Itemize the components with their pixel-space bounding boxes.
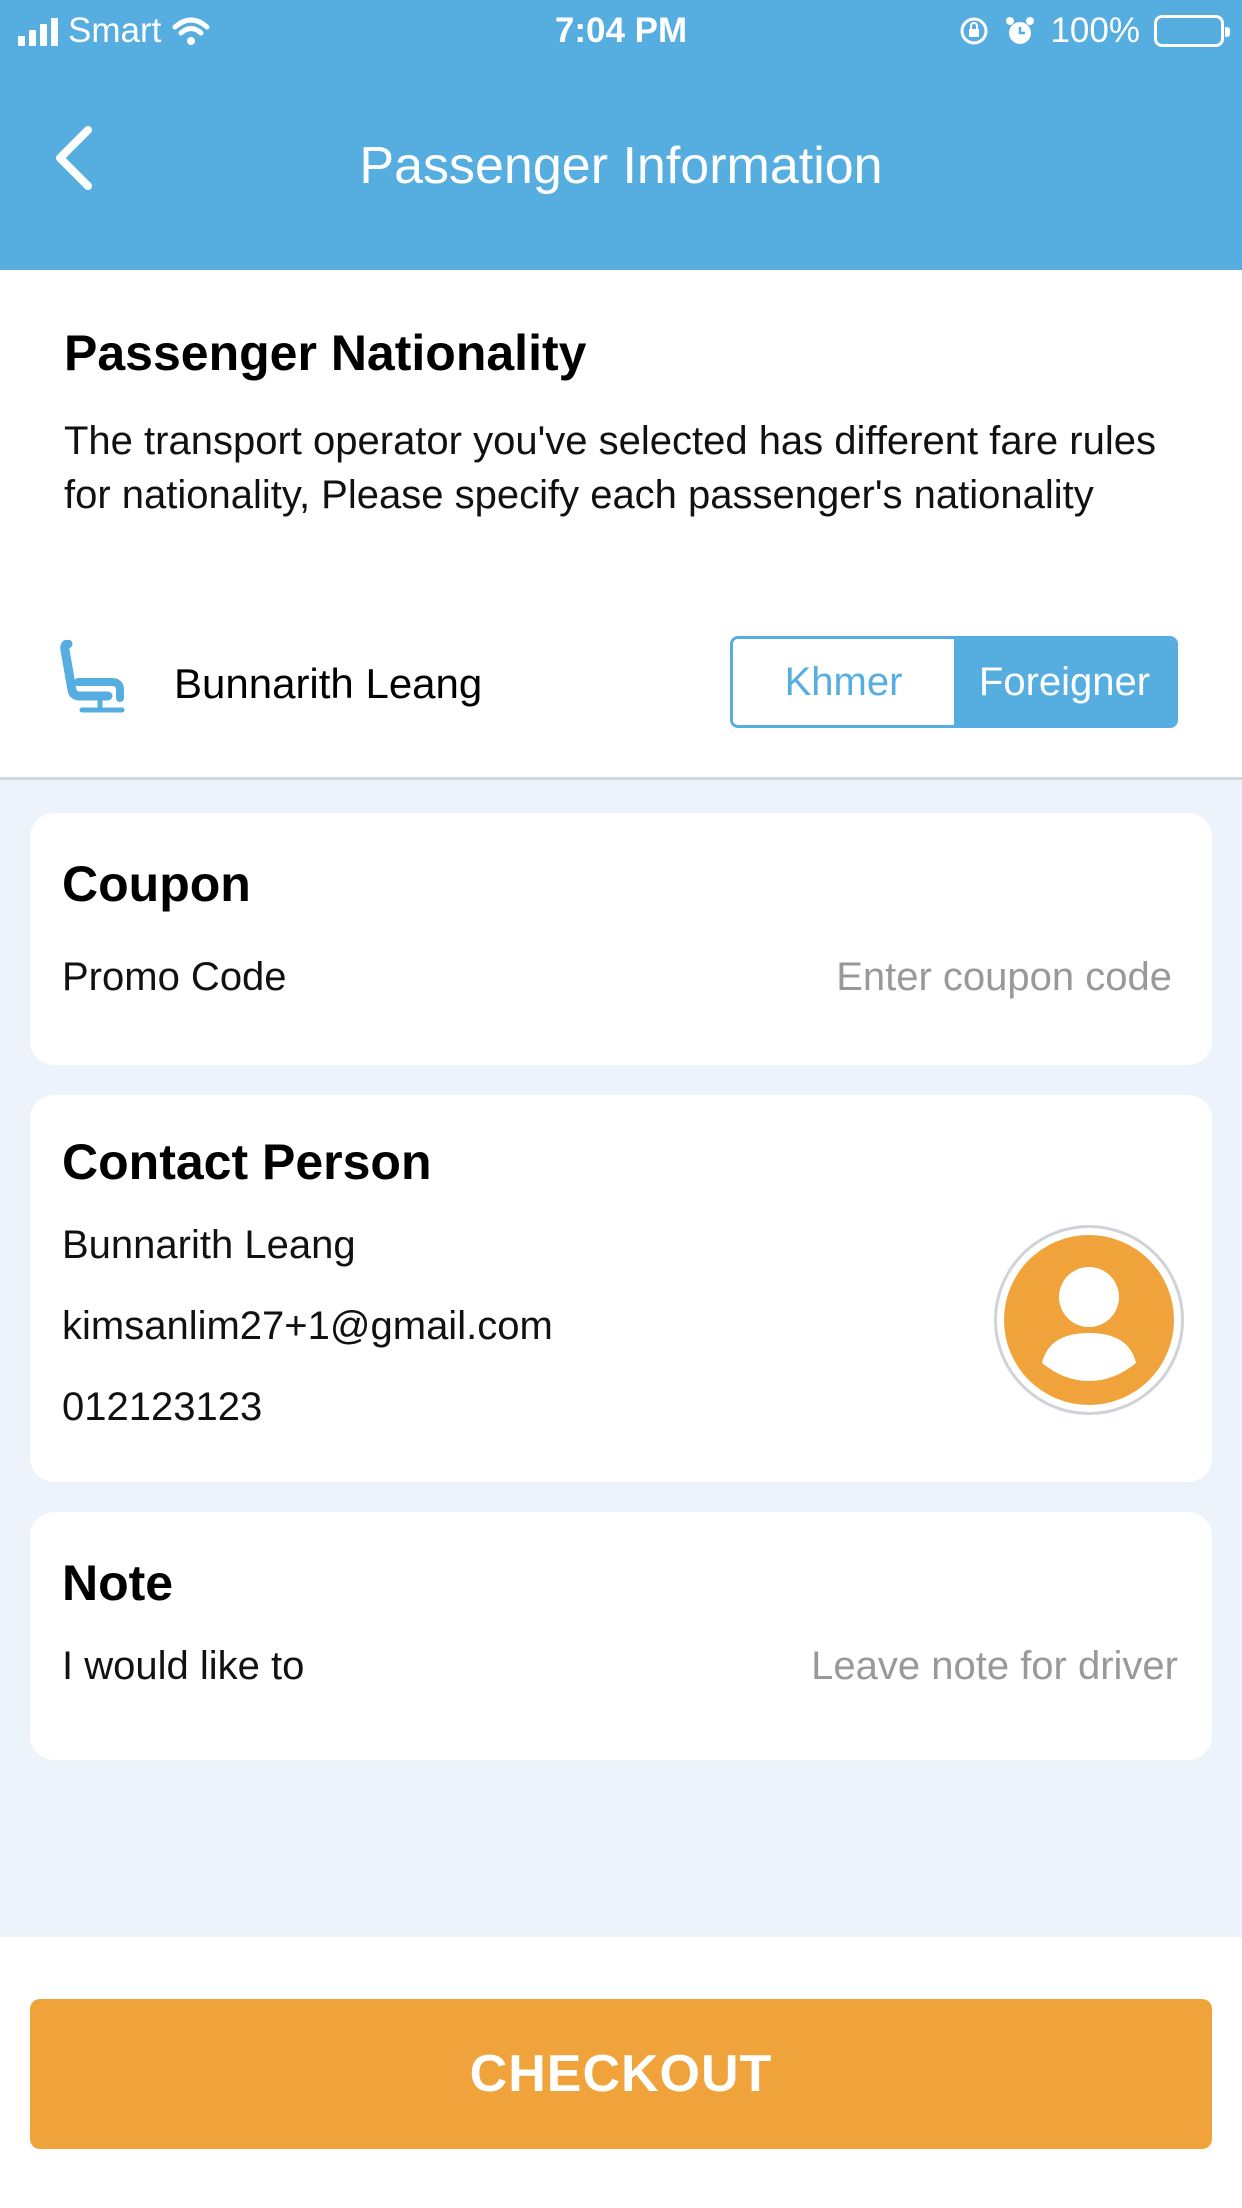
footer: CHECKOUT: [0, 1937, 1242, 2208]
contact-phone: 012123123: [62, 1385, 263, 1429]
battery-icon: [1154, 15, 1230, 47]
contact-card[interactable]: Contact Person Bunnarith Leang kimsanlim…: [30, 1095, 1212, 1482]
seat-icon: [60, 640, 125, 713]
contact-title: Contact Person: [62, 1134, 432, 1190]
note-input[interactable]: [578, 1638, 1178, 1694]
alarm-icon: [1006, 17, 1035, 44]
note-card: Note I would like to: [30, 1512, 1212, 1760]
contact-name: Bunnarith Leang: [62, 1223, 356, 1267]
coupon-card: Coupon Promo Code: [30, 813, 1212, 1065]
checkout-button[interactable]: CHECKOUT: [30, 1999, 1212, 2149]
battery-percent: 100%: [1050, 11, 1140, 50]
status-right: 100%: [958, 11, 1230, 51]
status-bar: Smart 7:04 PM 100%: [0, 0, 1242, 62]
nationality-section: Passenger Nationality The transport oper…: [0, 270, 1242, 780]
nationality-description: The transport operator you've selected h…: [64, 419, 1156, 517]
app-header: Smart 7:04 PM 100% Passenger Information: [0, 0, 1242, 270]
nationality-option-khmer[interactable]: Khmer: [733, 639, 954, 725]
coupon-title: Coupon: [62, 856, 251, 912]
avatar[interactable]: [994, 1225, 1184, 1415]
nationality-selector: Khmer Foreigner: [730, 636, 1178, 728]
note-title: Note: [62, 1555, 174, 1611]
nationality-title: Passenger Nationality: [64, 325, 587, 381]
nationality-option-foreigner[interactable]: Foreigner: [954, 639, 1175, 725]
note-label: I would like to: [62, 1644, 305, 1688]
page-title: Passenger Information: [359, 137, 883, 195]
coupon-code-input[interactable]: [572, 949, 1172, 1005]
contact-email: kimsanlim27+1@gmail.com: [62, 1304, 553, 1348]
user-icon: [1042, 1267, 1136, 1381]
passenger-name: Bunnarith Leang: [174, 660, 483, 707]
rotation-lock-icon: [960, 17, 988, 45]
promo-code-label: Promo Code: [62, 955, 287, 999]
